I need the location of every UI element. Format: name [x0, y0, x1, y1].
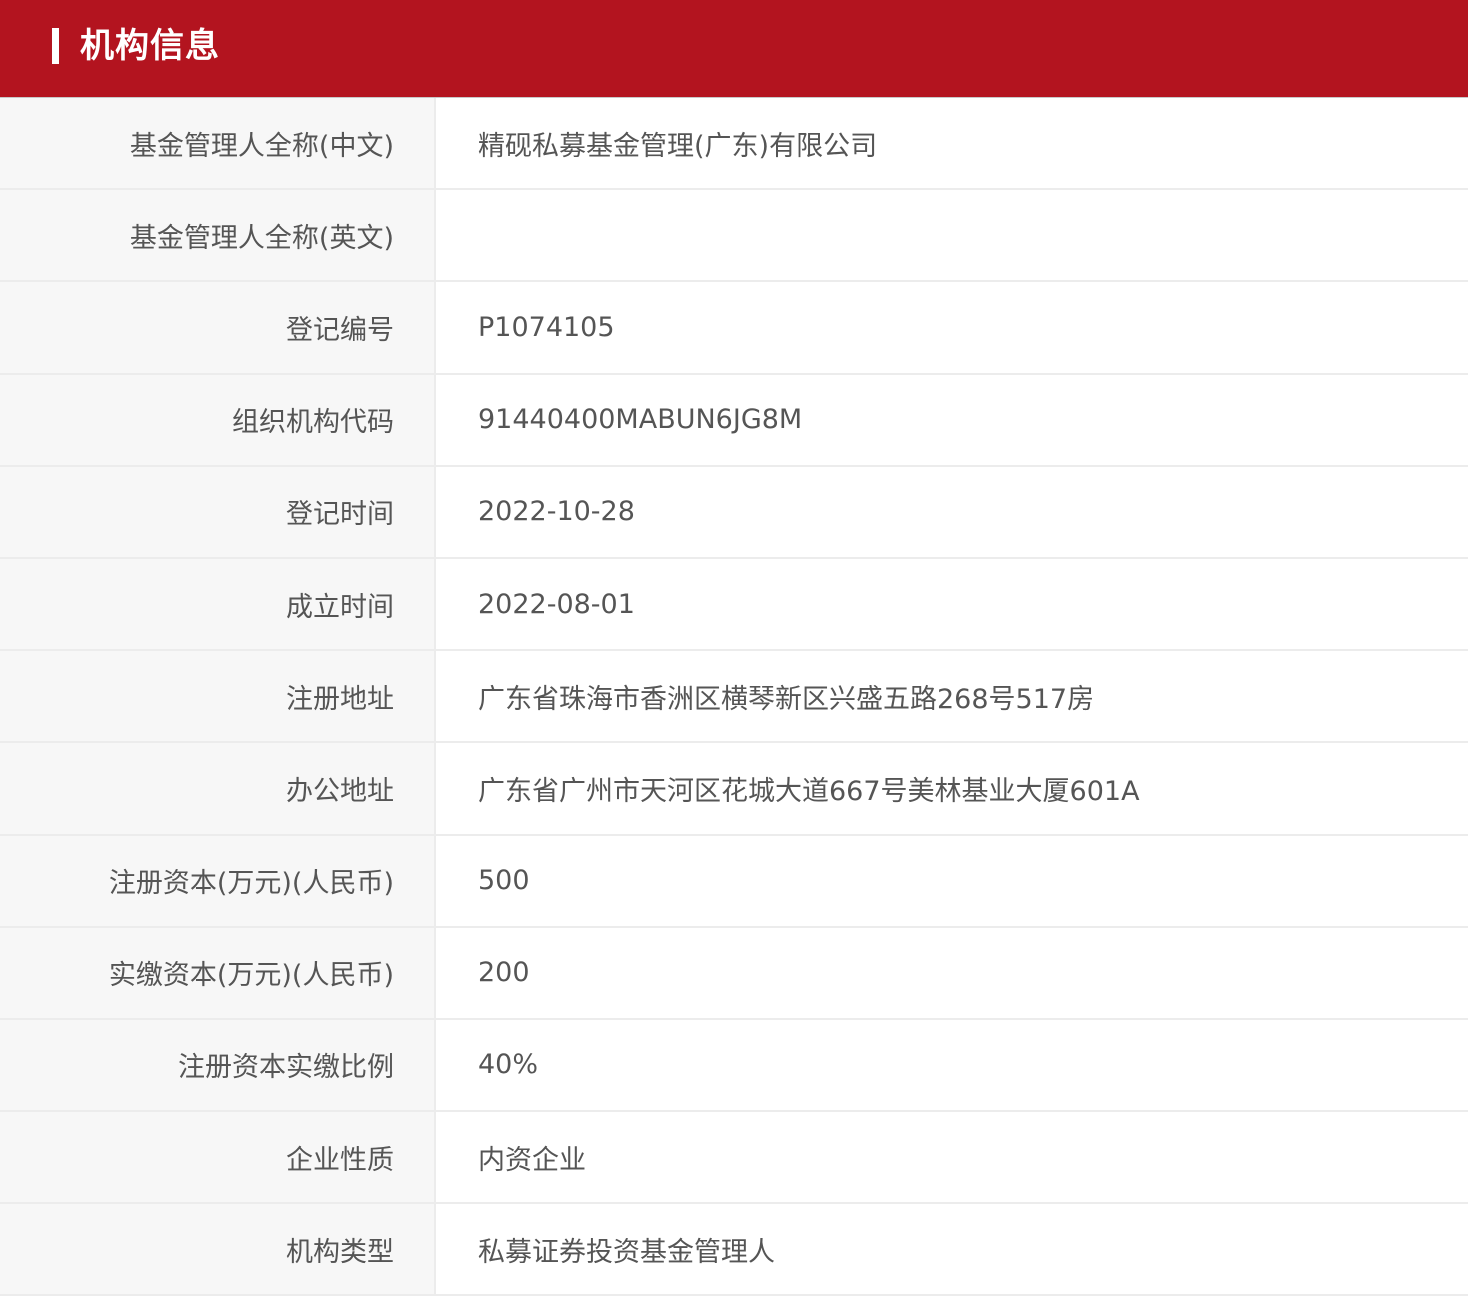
row-value: 2022-10-28 — [436, 466, 1468, 557]
row-label: 成立时间 — [0, 558, 436, 650]
row-value: 私募证券投资基金管理人 — [436, 1204, 1468, 1295]
row-label: 企业性质 — [0, 1112, 436, 1203]
page: 机构信息 基金管理人全称(中文) 精砚私募基金管理(广东)有限公司 基金管理人全… — [0, 0, 1468, 1306]
row-value: 广东省广州市天河区花城大道667号美林基业大厦601A — [436, 743, 1468, 834]
table-row-registered-address: 注册地址 广东省珠海市香洲区横琴新区兴盛五路268号517房 — [0, 651, 1468, 744]
table-row-name-cn: 基金管理人全称(中文) 精砚私募基金管理(广东)有限公司 — [0, 98, 1468, 191]
row-value: 40% — [436, 1019, 1468, 1111]
table-row-institution-type: 机构类型 私募证券投资基金管理人 — [0, 1204, 1468, 1297]
table-row-registration-number: 登记编号 P1074105 — [0, 282, 1468, 375]
table-row-registration-date: 登记时间 2022-10-28 — [0, 466, 1468, 559]
row-label: 基金管理人全称(英文) — [0, 190, 436, 281]
table-row-enterprise-nature: 企业性质 内资企业 — [0, 1112, 1468, 1205]
row-label: 登记编号 — [0, 282, 436, 373]
row-value: 精砚私募基金管理(广东)有限公司 — [436, 98, 1468, 189]
row-value: 200 — [436, 927, 1468, 1018]
row-label: 办公地址 — [0, 743, 436, 834]
table-row-establishment-date: 成立时间 2022-08-01 — [0, 558, 1468, 652]
row-label: 登记时间 — [0, 466, 436, 557]
info-table: 基金管理人全称(中文) 精砚私募基金管理(广东)有限公司 基金管理人全称(英文)… — [0, 98, 1468, 1297]
table-row-paid-ratio: 注册资本实缴比例 40% — [0, 1019, 1468, 1113]
row-label: 组织机构代码 — [0, 374, 436, 465]
row-value: 2022-08-01 — [436, 558, 1468, 650]
table-row-name-en: 基金管理人全称(英文) — [0, 190, 1468, 283]
header-accent-bar — [52, 28, 59, 64]
row-value: 500 — [436, 835, 1468, 926]
row-label: 机构类型 — [0, 1204, 436, 1295]
row-label: 实缴资本(万元)(人民币) — [0, 927, 436, 1018]
table-row-paid-capital: 实缴资本(万元)(人民币) 200 — [0, 927, 1468, 1020]
row-label: 注册地址 — [0, 651, 436, 742]
row-value: 内资企业 — [436, 1112, 1468, 1203]
row-value: 91440400MABUN6JG8M — [436, 374, 1468, 465]
row-value: 广东省珠海市香洲区横琴新区兴盛五路268号517房 — [436, 651, 1468, 742]
table-row-registered-capital: 注册资本(万元)(人民币) 500 — [0, 835, 1468, 928]
table-row-office-address: 办公地址 广东省广州市天河区花城大道667号美林基业大厦601A — [0, 743, 1468, 836]
row-label: 注册资本(万元)(人民币) — [0, 835, 436, 926]
row-value: P1074105 — [436, 282, 1468, 373]
row-label: 基金管理人全称(中文) — [0, 98, 436, 189]
row-label: 注册资本实缴比例 — [0, 1019, 436, 1111]
section-header: 机构信息 — [0, 0, 1468, 98]
table-row-organization-code: 组织机构代码 91440400MABUN6JG8M — [0, 374, 1468, 467]
row-value — [436, 190, 1468, 281]
section-title: 机构信息 — [80, 26, 220, 66]
